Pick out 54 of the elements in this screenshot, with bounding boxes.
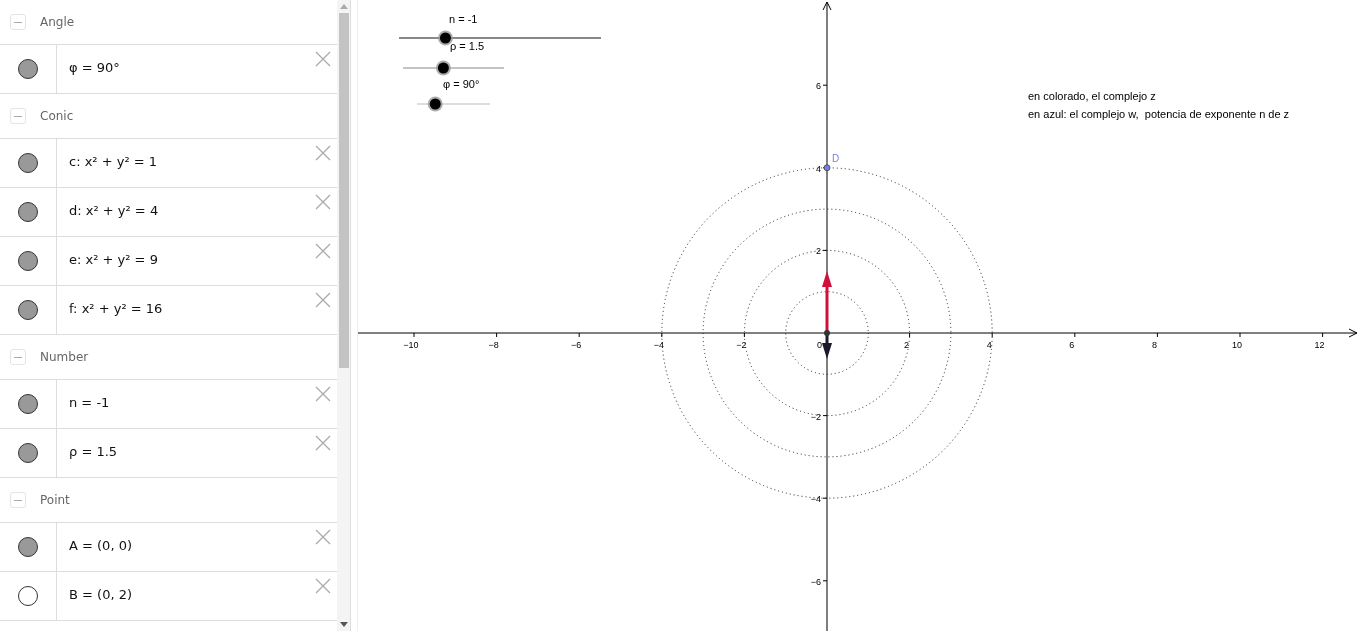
group-title: Point [40,493,70,507]
group-title: Angle [40,15,75,29]
visibility-toggle[interactable] [18,300,38,320]
scrollbar[interactable] [337,0,350,631]
y-tick-label: −6 [810,576,821,587]
point[interactable] [823,164,831,172]
x-tick-label: −8 [488,340,499,350]
slider-label: ρ = 1.5 [450,40,485,52]
algebra-entry[interactable]: c: x² + y² = 1 [69,153,337,169]
group-title: Conic [40,109,74,123]
x-tick-label: 10 [1232,340,1242,350]
algebra-entry[interactable]: d: x² + y² = 4 [69,202,337,218]
y-tick-label: 6 [816,81,821,92]
x-tick-label: −4 [653,340,664,350]
y-tick-label: −2 [810,411,821,422]
x-tick-label: 2 [904,340,910,350]
algebra-entry[interactable]: B = (0, 2) [69,586,337,602]
visibility-toggle[interactable] [18,202,38,222]
y-tick-label: −4 [810,494,821,505]
point-label: D [832,152,840,164]
point[interactable] [824,330,830,336]
algebra-entry[interactable]: ρ = 1.5 [69,443,337,459]
slider-thumb[interactable] [427,96,443,112]
y-tick-label: 4 [816,163,821,174]
visibility-toggle[interactable] [18,394,38,414]
x-tick-label: −6 [571,340,582,350]
visibility-toggle[interactable] [18,251,38,271]
scrollbar-thumb[interactable] [338,13,349,368]
x-tick-label: 12 [1314,340,1325,350]
slider-label: φ = 90° [443,78,480,90]
x-tick-label: 4 [986,340,992,350]
origin-label: 0 [817,340,822,350]
visibility-toggle[interactable] [18,537,38,557]
visibility-toggle[interactable] [18,586,38,606]
visibility-toggle[interactable] [18,59,38,79]
algebra-entry[interactable]: φ = 90° [69,59,337,75]
slider-thumb[interactable] [435,60,451,76]
group-title: Number [40,350,89,364]
y-tick-label: 2 [816,246,821,257]
visibility-toggle[interactable] [18,153,38,173]
x-tick-label: −10 [403,340,419,350]
x-tick-label: −2 [736,340,747,350]
scroll-down-icon[interactable] [339,622,348,627]
slider-label: n = -1 [449,13,478,25]
note-text: en colorado, el complejo z [1028,90,1156,102]
algebra-entry[interactable]: f: x² + y² = 16 [69,300,337,316]
algebra-entry[interactable]: e: x² + y² = 9 [69,251,337,267]
note-text: en azul: el complejo w, potencia de exponente n de z [1028,108,1290,120]
x-tick-label: 6 [1069,340,1075,350]
algebra-entry[interactable]: A = (0, 0) [69,537,337,553]
x-tick-label: 8 [1151,340,1157,350]
visibility-toggle[interactable] [18,443,38,463]
algebra-entry[interactable]: n = -1 [69,394,337,410]
slider-thumb[interactable] [437,30,453,46]
